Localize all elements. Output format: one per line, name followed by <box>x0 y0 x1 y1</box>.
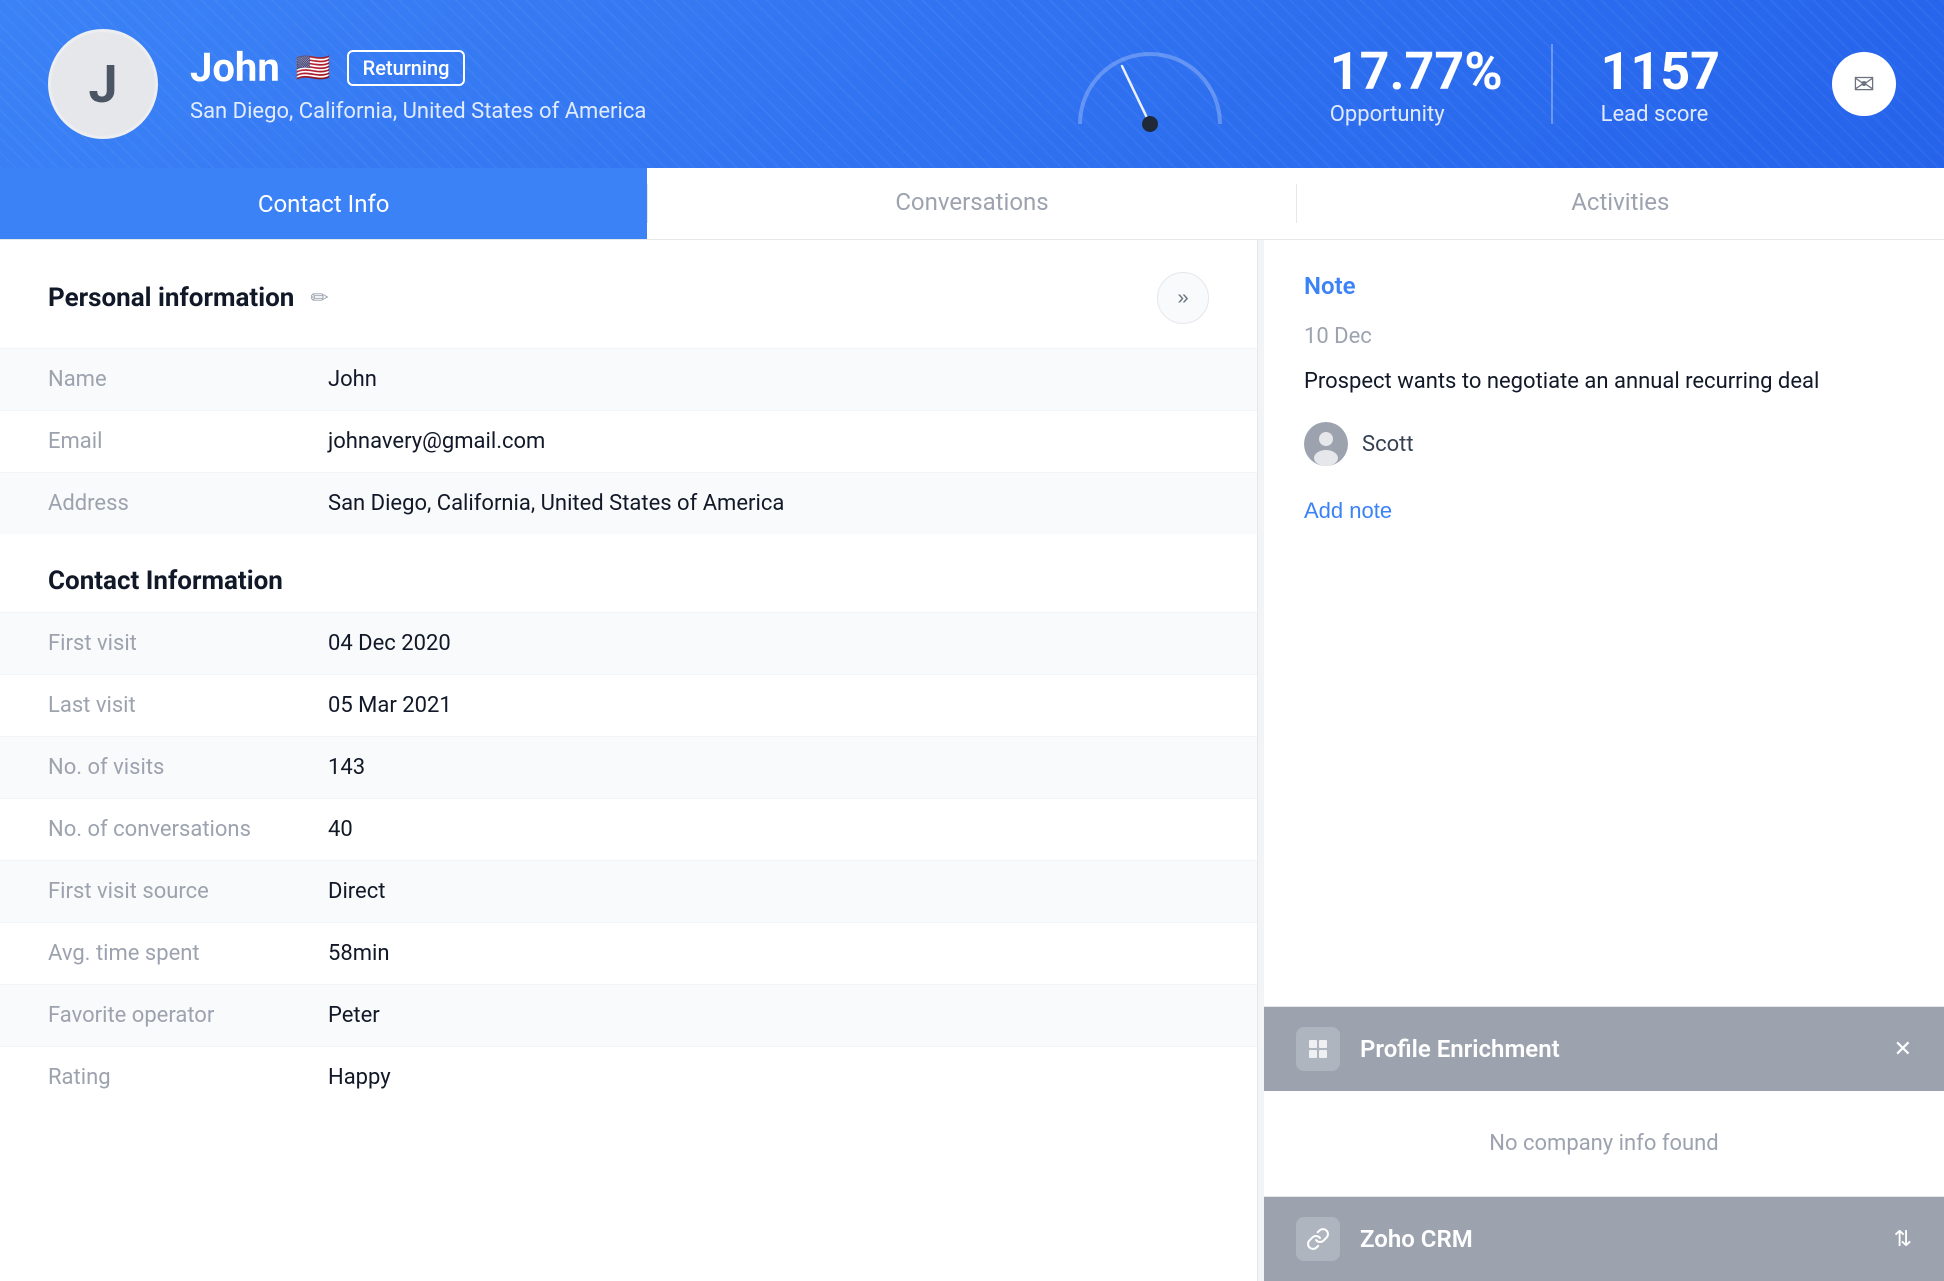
contact-info-table: First visit 04 Dec 2020 Last visit 05 Ma… <box>0 612 1257 1108</box>
field-label-address: Address <box>48 491 328 516</box>
contact-name: John <box>190 44 280 91</box>
field-value-email: johnavery@gmail.com <box>328 429 545 454</box>
author-name: Scott <box>1362 432 1414 457</box>
field-value-favorite-operator: Peter <box>328 1003 380 1028</box>
tab-conversations[interactable]: Conversations <box>648 168 1295 239</box>
gauge-area <box>1050 34 1250 134</box>
personal-info-table: Name John Email johnavery@gmail.com Addr… <box>0 348 1257 534</box>
note-text: Prospect wants to negotiate an annual re… <box>1304 365 1904 398</box>
header-info: John 🇺🇸 Returning San Diego, California,… <box>190 44 1018 124</box>
info-row-favorite-operator: Favorite operator Peter <box>0 984 1257 1046</box>
personal-info-title: Personal information <box>48 283 294 313</box>
author-avatar <box>1304 422 1348 466</box>
zoho-header[interactable]: Zoho CRM ⇅ <box>1264 1197 1944 1281</box>
note-date: 10 Dec <box>1304 324 1904 349</box>
right-tab-note[interactable]: Note <box>1304 272 1356 300</box>
enrichment-icon-svg <box>1306 1037 1330 1061</box>
header: J John 🇺🇸 Returning San Diego, Californi… <box>0 0 1944 168</box>
tab-contact-info[interactable]: Contact Info <box>0 168 647 239</box>
info-row-address: Address San Diego, California, United St… <box>0 472 1257 534</box>
author-avatar-icon <box>1304 422 1348 466</box>
field-value-first-visit-source: Direct <box>328 879 385 904</box>
field-value-last-visit: 05 Mar 2021 <box>328 693 452 718</box>
field-value-address: San Diego, California, United States of … <box>328 491 784 516</box>
field-label-avg-time: Avg. time spent <box>48 941 328 966</box>
gauge-chart <box>1060 34 1240 134</box>
field-value-conversations: 40 <box>328 817 353 842</box>
field-label-first-visit: First visit <box>48 631 328 656</box>
info-row-avg-time: Avg. time spent 58min <box>0 922 1257 984</box>
stats-area: 17.77% Opportunity 1157 Lead score <box>1282 41 1768 127</box>
field-label-email: Email <box>48 429 328 454</box>
personal-info-header: Personal information ✏ » <box>0 240 1257 348</box>
avatar: J <box>48 29 158 139</box>
country-flag: 🇺🇸 <box>296 51 331 84</box>
info-row-name: Name John <box>0 348 1257 410</box>
field-label-last-visit: Last visit <box>48 693 328 718</box>
field-label-first-visit-source: First visit source <box>48 879 328 904</box>
add-note-button[interactable]: Add note <box>1304 498 1392 524</box>
lead-score-stat: 1157 Lead score <box>1553 41 1768 127</box>
right-tabs: Note <box>1304 272 1904 300</box>
returning-badge: Returning <box>347 50 466 86</box>
edit-icon[interactable]: ✏ <box>310 286 328 311</box>
info-row-first-visit-source: First visit source Direct <box>0 860 1257 922</box>
contact-info-title: Contact Information <box>0 534 1257 612</box>
info-row-last-visit: Last visit 05 Mar 2021 <box>0 674 1257 736</box>
zoho-icon <box>1296 1217 1340 1261</box>
profile-enrichment-panel: Profile Enrichment ✕ No company info fou… <box>1264 1006 1944 1196</box>
zoho-link-icon <box>1306 1227 1330 1251</box>
opportunity-label: Opportunity <box>1330 102 1445 127</box>
opportunity-stat: 17.77% Opportunity <box>1282 41 1551 127</box>
header-name-row: John 🇺🇸 Returning <box>190 44 1018 91</box>
info-row-first-visit: First visit 04 Dec 2020 <box>0 612 1257 674</box>
info-row-num-visits: No. of visits 143 <box>0 736 1257 798</box>
enrichment-title: Profile Enrichment <box>1360 1035 1894 1063</box>
info-row-email: Email johnavery@gmail.com <box>0 410 1257 472</box>
opportunity-value: 17.77% <box>1330 41 1503 102</box>
lead-score-value: 1157 <box>1601 41 1720 102</box>
expand-button[interactable]: » <box>1157 272 1209 324</box>
enrichment-icon <box>1296 1027 1340 1071</box>
zoho-crm-panel: Zoho CRM ⇅ <box>1264 1196 1944 1281</box>
profile-enrichment-header[interactable]: Profile Enrichment ✕ <box>1264 1007 1944 1091</box>
no-company-text: No company info found <box>1489 1131 1718 1156</box>
lead-score-label: Lead score <box>1601 102 1709 127</box>
field-value-name: John <box>328 367 377 392</box>
field-label-rating: Rating <box>48 1065 328 1090</box>
right-panel: Note 10 Dec Prospect wants to negotiate … <box>1264 240 1944 1281</box>
left-panel: Personal information ✏ » Name John Email… <box>0 240 1258 1281</box>
enrichment-close-icon[interactable]: ✕ <box>1894 1037 1912 1062</box>
email-button[interactable]: ✉ <box>1832 52 1896 116</box>
info-row-rating: Rating Happy <box>0 1046 1257 1108</box>
info-row-conversations: No. of conversations 40 <box>0 798 1257 860</box>
zoho-expand-icon[interactable]: ⇅ <box>1894 1227 1912 1252</box>
tab-activities[interactable]: Activities <box>1297 168 1944 239</box>
field-value-rating: Happy <box>328 1065 391 1090</box>
contact-location: San Diego, California, United States of … <box>190 99 1018 124</box>
field-label-name: Name <box>48 367 328 392</box>
tabs-bar: Contact Info Conversations Activities <box>0 168 1944 240</box>
main-content: Personal information ✏ » Name John Email… <box>0 240 1944 1281</box>
field-value-num-visits: 143 <box>328 755 365 780</box>
enrichment-body: No company info found <box>1264 1091 1944 1196</box>
field-label-num-visits: No. of visits <box>48 755 328 780</box>
email-icon: ✉ <box>1853 69 1875 100</box>
note-author: Scott <box>1304 422 1904 466</box>
field-label-conversations: No. of conversations <box>48 817 328 842</box>
field-label-favorite-operator: Favorite operator <box>48 1003 328 1028</box>
zoho-title: Zoho CRM <box>1360 1225 1894 1253</box>
note-section: Note 10 Dec Prospect wants to negotiate … <box>1264 240 1944 1006</box>
field-value-avg-time: 58min <box>328 941 390 966</box>
field-value-first-visit: 04 Dec 2020 <box>328 631 451 656</box>
